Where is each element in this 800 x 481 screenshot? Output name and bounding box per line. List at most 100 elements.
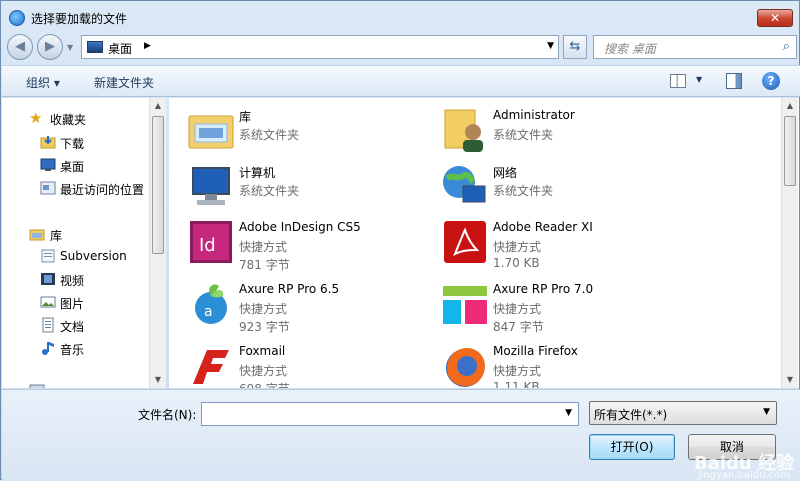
- filetype-select[interactable]: 所有文件(*.*) ▼: [589, 401, 777, 425]
- view-options-dropdown-icon[interactable]: ▼: [696, 75, 702, 84]
- svg-text:Id: Id: [199, 235, 216, 256]
- forward-button[interactable]: ▶: [37, 34, 63, 60]
- file-name: 网络: [493, 166, 518, 180]
- address-bar[interactable]: 桌面 ▶ ▼: [81, 35, 559, 59]
- close-button[interactable]: ✕: [757, 9, 793, 27]
- new-folder-button[interactable]: 新建文件夹: [94, 74, 154, 91]
- sidebar-item-label: 视频: [60, 274, 85, 288]
- scroll-down-icon[interactable]: ▼: [150, 372, 166, 388]
- foxmail-icon: [187, 342, 235, 388]
- file-item-adobe-reader[interactable]: Adobe Reader XI 快捷方式 1.70 KB: [441, 218, 681, 278]
- file-name: Foxmail: [239, 344, 286, 358]
- window-title: 选择要加载的文件: [31, 12, 128, 26]
- computer-icon: [187, 162, 235, 210]
- file-list-scrollbar[interactable]: ▲ ▼: [781, 98, 798, 388]
- sidebar-item-pictures[interactable]: 图片: [2, 292, 150, 312]
- sidebar-item-label: 下载: [60, 137, 85, 151]
- sidebar-item-label: 收藏夹: [50, 113, 87, 127]
- svg-text:a: a: [204, 304, 213, 320]
- navigation-pane-scrollbar[interactable]: ▲ ▼: [149, 98, 166, 388]
- sidebar-item-label: 文档: [60, 320, 85, 334]
- file-type: 快捷方式: [239, 240, 288, 254]
- file-item-library[interactable]: 库 系统文件夹: [187, 106, 427, 166]
- sidebar-item-recent-places[interactable]: 最近访问的位置: [2, 178, 152, 198]
- back-button[interactable]: ◀: [7, 34, 33, 60]
- file-type: 系统文件夹: [493, 184, 554, 198]
- file-type: 系统文件夹: [493, 128, 554, 142]
- file-name: Axure RP Pro 7.0: [493, 282, 594, 296]
- search-input[interactable]: 搜索 桌面 ⌕: [593, 35, 797, 59]
- user-folder-icon: [441, 106, 489, 154]
- file-name: 库: [239, 110, 252, 124]
- file-size: 923 字节: [239, 320, 290, 334]
- search-placeholder: 搜索 桌面: [604, 42, 656, 56]
- network-icon: [441, 162, 489, 210]
- watermark-url: jingyan.baidu.com: [697, 470, 790, 481]
- ie-logo-icon: [9, 10, 25, 26]
- axure-6-icon: a: [187, 280, 235, 328]
- documents-icon: [40, 317, 56, 333]
- star-icon: ★: [29, 109, 43, 127]
- filename-dropdown-icon[interactable]: ▼: [565, 408, 572, 418]
- subversion-folder-icon: [40, 248, 56, 264]
- navigation-pane: ★ 收藏夹 下载 桌面 最近访问的位置 库 Subversion 视频 图片 文…: [2, 98, 166, 388]
- command-toolbar: 组织 ▾ 新建文件夹 ▼ ?: [2, 65, 800, 97]
- scroll-thumb[interactable]: [152, 116, 164, 254]
- sidebar-item-downloads[interactable]: 下载: [2, 132, 150, 152]
- sidebar-item-label: Subversion: [60, 249, 127, 263]
- sidebar-item-label: 音乐: [60, 343, 85, 357]
- help-icon[interactable]: ?: [762, 72, 780, 90]
- scroll-up-icon[interactable]: ▲: [150, 98, 166, 114]
- address-text: 桌面: [108, 42, 133, 56]
- search-icon[interactable]: ⌕: [783, 39, 790, 54]
- desktop-icon: [40, 157, 56, 173]
- file-item-firefox[interactable]: Mozilla Firefox 快捷方式 1.11 KB: [441, 342, 681, 388]
- sidebar-item-computer-partial[interactable]: [2, 381, 150, 388]
- file-item-computer[interactable]: 计算机 系统文件夹: [187, 162, 427, 222]
- scroll-thumb[interactable]: [784, 116, 796, 186]
- file-item-indesign[interactable]: Id Adobe InDesign CS5 快捷方式 781 字节: [187, 218, 427, 278]
- file-open-dialog: 选择要加载的文件 ✕ ◀ ▶ ▼ 桌面 ▶ ▼ ⇆ 搜索 桌面 ⌕ 组织 ▾ 新…: [0, 0, 800, 481]
- sidebar-item-label: 桌面: [60, 160, 85, 174]
- file-size: 1.70 KB: [493, 256, 540, 270]
- file-type: 快捷方式: [239, 302, 288, 316]
- file-item-axure-6[interactable]: a Axure RP Pro 6.5 快捷方式 923 字节: [187, 280, 427, 340]
- breadcrumb-arrow-icon[interactable]: ▶: [144, 41, 151, 51]
- refresh-button[interactable]: ⇆: [563, 35, 587, 59]
- preview-pane-icon[interactable]: [726, 73, 742, 89]
- sidebar-item-label: 库: [50, 229, 63, 243]
- file-type: 快捷方式: [493, 364, 542, 378]
- scroll-down-icon[interactable]: ▼: [782, 372, 798, 388]
- filetype-value: 所有文件(*.*): [594, 408, 668, 422]
- file-name: Axure RP Pro 6.5: [239, 282, 340, 296]
- sidebar-item-favorites[interactable]: ★ 收藏夹: [2, 108, 150, 128]
- file-type: 快捷方式: [239, 364, 288, 378]
- sidebar-item-libraries[interactable]: 库: [2, 224, 150, 244]
- filename-label: 文件名(N):: [138, 408, 197, 422]
- sidebar-item-subversion[interactable]: Subversion: [2, 246, 150, 266]
- sidebar-item-desktop[interactable]: 桌面: [2, 155, 150, 175]
- download-folder-icon: [40, 134, 56, 150]
- open-button[interactable]: 打开(O): [589, 434, 675, 460]
- firefox-icon: [441, 342, 489, 388]
- sidebar-item-documents[interactable]: 文档: [2, 315, 150, 335]
- sidebar-item-music[interactable]: 音乐: [2, 338, 150, 358]
- file-name: Adobe InDesign CS5: [239, 220, 361, 234]
- filename-input[interactable]: ▼: [201, 402, 579, 426]
- file-name: 计算机: [239, 166, 276, 180]
- file-item-network[interactable]: 网络 系统文件夹: [441, 162, 681, 222]
- address-dropdown-icon[interactable]: ▼: [547, 41, 554, 51]
- recent-pages-dropdown-icon[interactable]: ▼: [67, 43, 77, 53]
- filetype-dropdown-icon[interactable]: ▼: [763, 407, 770, 417]
- sidebar-item-videos[interactable]: 视频: [2, 269, 150, 289]
- library-folder-icon: [187, 106, 235, 154]
- file-size: 698 字节: [239, 380, 290, 388]
- file-type: 系统文件夹: [239, 184, 300, 198]
- scroll-up-icon[interactable]: ▲: [782, 98, 798, 114]
- file-item-axure-7[interactable]: Axure RP Pro 7.0 快捷方式 847 字节: [441, 280, 681, 340]
- file-item-administrator[interactable]: Administrator 系统文件夹: [441, 106, 681, 166]
- file-item-foxmail[interactable]: Foxmail 快捷方式 698 字节: [187, 342, 427, 388]
- organize-button[interactable]: 组织 ▾: [26, 74, 60, 91]
- change-view-icon[interactable]: [670, 74, 686, 88]
- axure-7-icon: [441, 280, 489, 328]
